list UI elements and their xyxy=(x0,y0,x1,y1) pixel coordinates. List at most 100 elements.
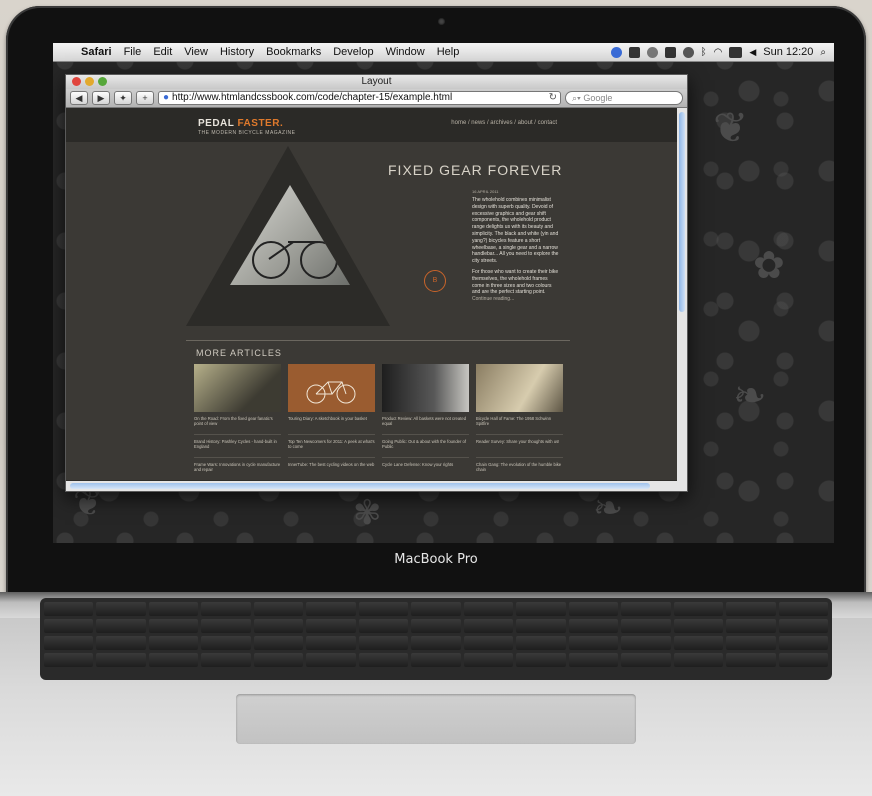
url-text: http://www.htmlandcssbook.com/code/chapt… xyxy=(172,92,453,103)
article-thumbnail[interactable] xyxy=(194,364,281,412)
flower-ornament-icon: ✿ xyxy=(753,243,785,287)
keyboard-key xyxy=(568,619,619,633)
globe-status-icon[interactable] xyxy=(610,46,622,58)
article-link[interactable]: Bicycle Hall of Fame: The 1958 Schwinn S… xyxy=(476,412,563,435)
keyboard-key xyxy=(673,636,724,650)
article-link[interactable]: Product Review: All baskets were not cre… xyxy=(382,412,469,435)
keyboard xyxy=(40,598,832,680)
forward-button[interactable]: ▶ xyxy=(92,91,110,105)
menu-view[interactable]: View xyxy=(178,46,214,58)
keyboard-key xyxy=(516,602,566,616)
menu-edit[interactable]: Edit xyxy=(147,46,178,58)
keyboard-key xyxy=(568,653,619,667)
bird-ornament-icon: ❧ xyxy=(593,488,624,529)
hero-title: FIXED GEAR FOREVER xyxy=(388,162,563,178)
brand-seal-icon: B xyxy=(424,270,446,292)
address-bar[interactable]: ● http://www.htmlandcssbook.com/code/cha… xyxy=(158,91,561,105)
article-link[interactable]: Chain Gang: The evolution of the humble … xyxy=(476,458,563,480)
wifi-icon[interactable]: ◠ xyxy=(714,47,723,58)
menu-bar: Safari File Edit View History Bookmarks … xyxy=(53,43,834,62)
keyboard-key xyxy=(621,619,671,633)
keyboard-key xyxy=(148,619,199,633)
trackpad[interactable] xyxy=(236,694,636,744)
more-articles-heading: MORE ARTICLES xyxy=(196,348,282,358)
horizontal-scroll-thumb[interactable] xyxy=(70,483,650,489)
menu-clock[interactable]: Sun 12:20 xyxy=(763,46,813,58)
articles-grid: On the Road: From the fixed gear fanatic… xyxy=(194,364,574,480)
add-bookmark-button[interactable]: + xyxy=(136,91,154,105)
search-field[interactable]: ⌕▾ Google xyxy=(565,91,683,105)
article-link[interactable]: Touring Diary: A sketchbook in your bask… xyxy=(288,412,375,435)
vertical-scroll-thumb[interactable] xyxy=(679,112,685,312)
keyboard-key xyxy=(96,619,146,633)
back-button[interactable]: ◀ xyxy=(70,91,88,105)
continue-reading-link[interactable]: Continue reading... xyxy=(472,296,560,303)
article-thumbnail[interactable] xyxy=(288,364,375,412)
battery-icon[interactable] xyxy=(729,46,743,58)
bluetooth-icon[interactable]: ᛒ xyxy=(701,47,707,58)
minimize-window-button[interactable] xyxy=(85,77,94,86)
keyboard-key xyxy=(778,602,828,616)
keyboard-key xyxy=(96,602,146,616)
keyboard-key xyxy=(673,653,724,667)
page-viewport: PEDAL FASTER. THE MODERN BICYCLE MAGAZIN… xyxy=(66,108,677,480)
reload-icon[interactable]: ↻ xyxy=(549,92,560,104)
article-link[interactable]: Cycle Lane Defense: Know your rights xyxy=(382,458,469,480)
spotlight-icon[interactable]: ⌕ xyxy=(820,47,826,58)
time-machine-icon[interactable] xyxy=(646,46,658,58)
keyboard-key xyxy=(411,636,461,650)
menu-window[interactable]: Window xyxy=(380,46,431,58)
keyboard-key xyxy=(516,619,566,633)
article-thumbnail[interactable] xyxy=(382,364,469,412)
keyboard-key xyxy=(148,636,199,650)
keyboard-key xyxy=(96,653,146,667)
vertical-scrollbar[interactable] xyxy=(677,108,687,491)
keyboard-key xyxy=(516,636,566,650)
keyboard-key xyxy=(253,602,304,616)
keyboard-key xyxy=(44,602,94,616)
browser-window: Layout ◀ ▶ ✦ + ● http://www.htmlandcssbo… xyxy=(65,74,688,492)
menu-help[interactable]: Help xyxy=(431,46,466,58)
keyboard-key xyxy=(778,653,828,667)
window-titlebar[interactable]: Layout xyxy=(66,75,687,89)
menu-develop[interactable]: Develop xyxy=(327,46,379,58)
keyboard-key xyxy=(411,653,461,667)
article-link[interactable]: Brand History: Pashley Cycles - hand-bui… xyxy=(194,435,281,458)
logo-word-pedal: PEDAL xyxy=(198,118,238,129)
keyboard-key xyxy=(621,602,671,616)
article-thumbnail[interactable] xyxy=(476,364,563,412)
menu-app-name[interactable]: Safari xyxy=(75,46,118,58)
keyboard-key xyxy=(411,619,461,633)
site-tagline: THE MODERN BICYCLE MAGAZINE xyxy=(198,130,296,136)
keyboard-key xyxy=(96,636,146,650)
laptop-lid: ❦ ✿ ❧ ❦ ✾ ❧ Safari File Edit View Histor… xyxy=(6,6,866,594)
bookmark-extension-icon[interactable]: ✦ xyxy=(114,91,132,105)
article-link[interactable]: Reader Survey: Share your thoughts with … xyxy=(476,435,563,458)
search-placeholder: Google xyxy=(583,93,613,103)
article-link[interactable]: InnerTube: The best cycling videos on th… xyxy=(288,458,375,480)
article-link[interactable]: Top Ten Newcomers for 2011: A peek at wh… xyxy=(288,435,375,458)
menu-history[interactable]: History xyxy=(214,46,260,58)
volume-icon[interactable]: ◀ xyxy=(749,47,756,58)
camera-icon xyxy=(438,18,445,25)
close-window-button[interactable] xyxy=(72,77,81,86)
article-link[interactable]: Going Public: Out & about with the found… xyxy=(382,435,469,458)
menu-bookmarks[interactable]: Bookmarks xyxy=(260,46,327,58)
keyboard-key xyxy=(201,636,251,650)
zoom-window-button[interactable] xyxy=(98,77,107,86)
keyboard-key xyxy=(673,619,724,633)
evernote-status-icon[interactable] xyxy=(628,46,640,58)
site-logo[interactable]: PEDAL FASTER. xyxy=(198,118,283,129)
globe-icon: ● xyxy=(163,92,170,103)
hero-paragraph-2: For those who want to create their bike … xyxy=(472,268,559,296)
sync-status-icon[interactable] xyxy=(682,46,694,58)
article-link[interactable]: Frame Wars: Innovations in cycle manufac… xyxy=(194,458,281,480)
site-nav[interactable]: home / news / archives / about / contact xyxy=(451,120,557,126)
deer-ornament-icon: ❦ xyxy=(713,103,749,152)
menu-file[interactable]: File xyxy=(118,46,148,58)
article-link[interactable]: On the Road: From the fixed gear fanatic… xyxy=(194,412,281,435)
bird-ornament-icon: ❧ xyxy=(733,373,767,419)
keyboard-key xyxy=(726,636,776,650)
display-status-icon[interactable] xyxy=(664,46,676,58)
horizontal-scrollbar[interactable] xyxy=(66,481,677,491)
